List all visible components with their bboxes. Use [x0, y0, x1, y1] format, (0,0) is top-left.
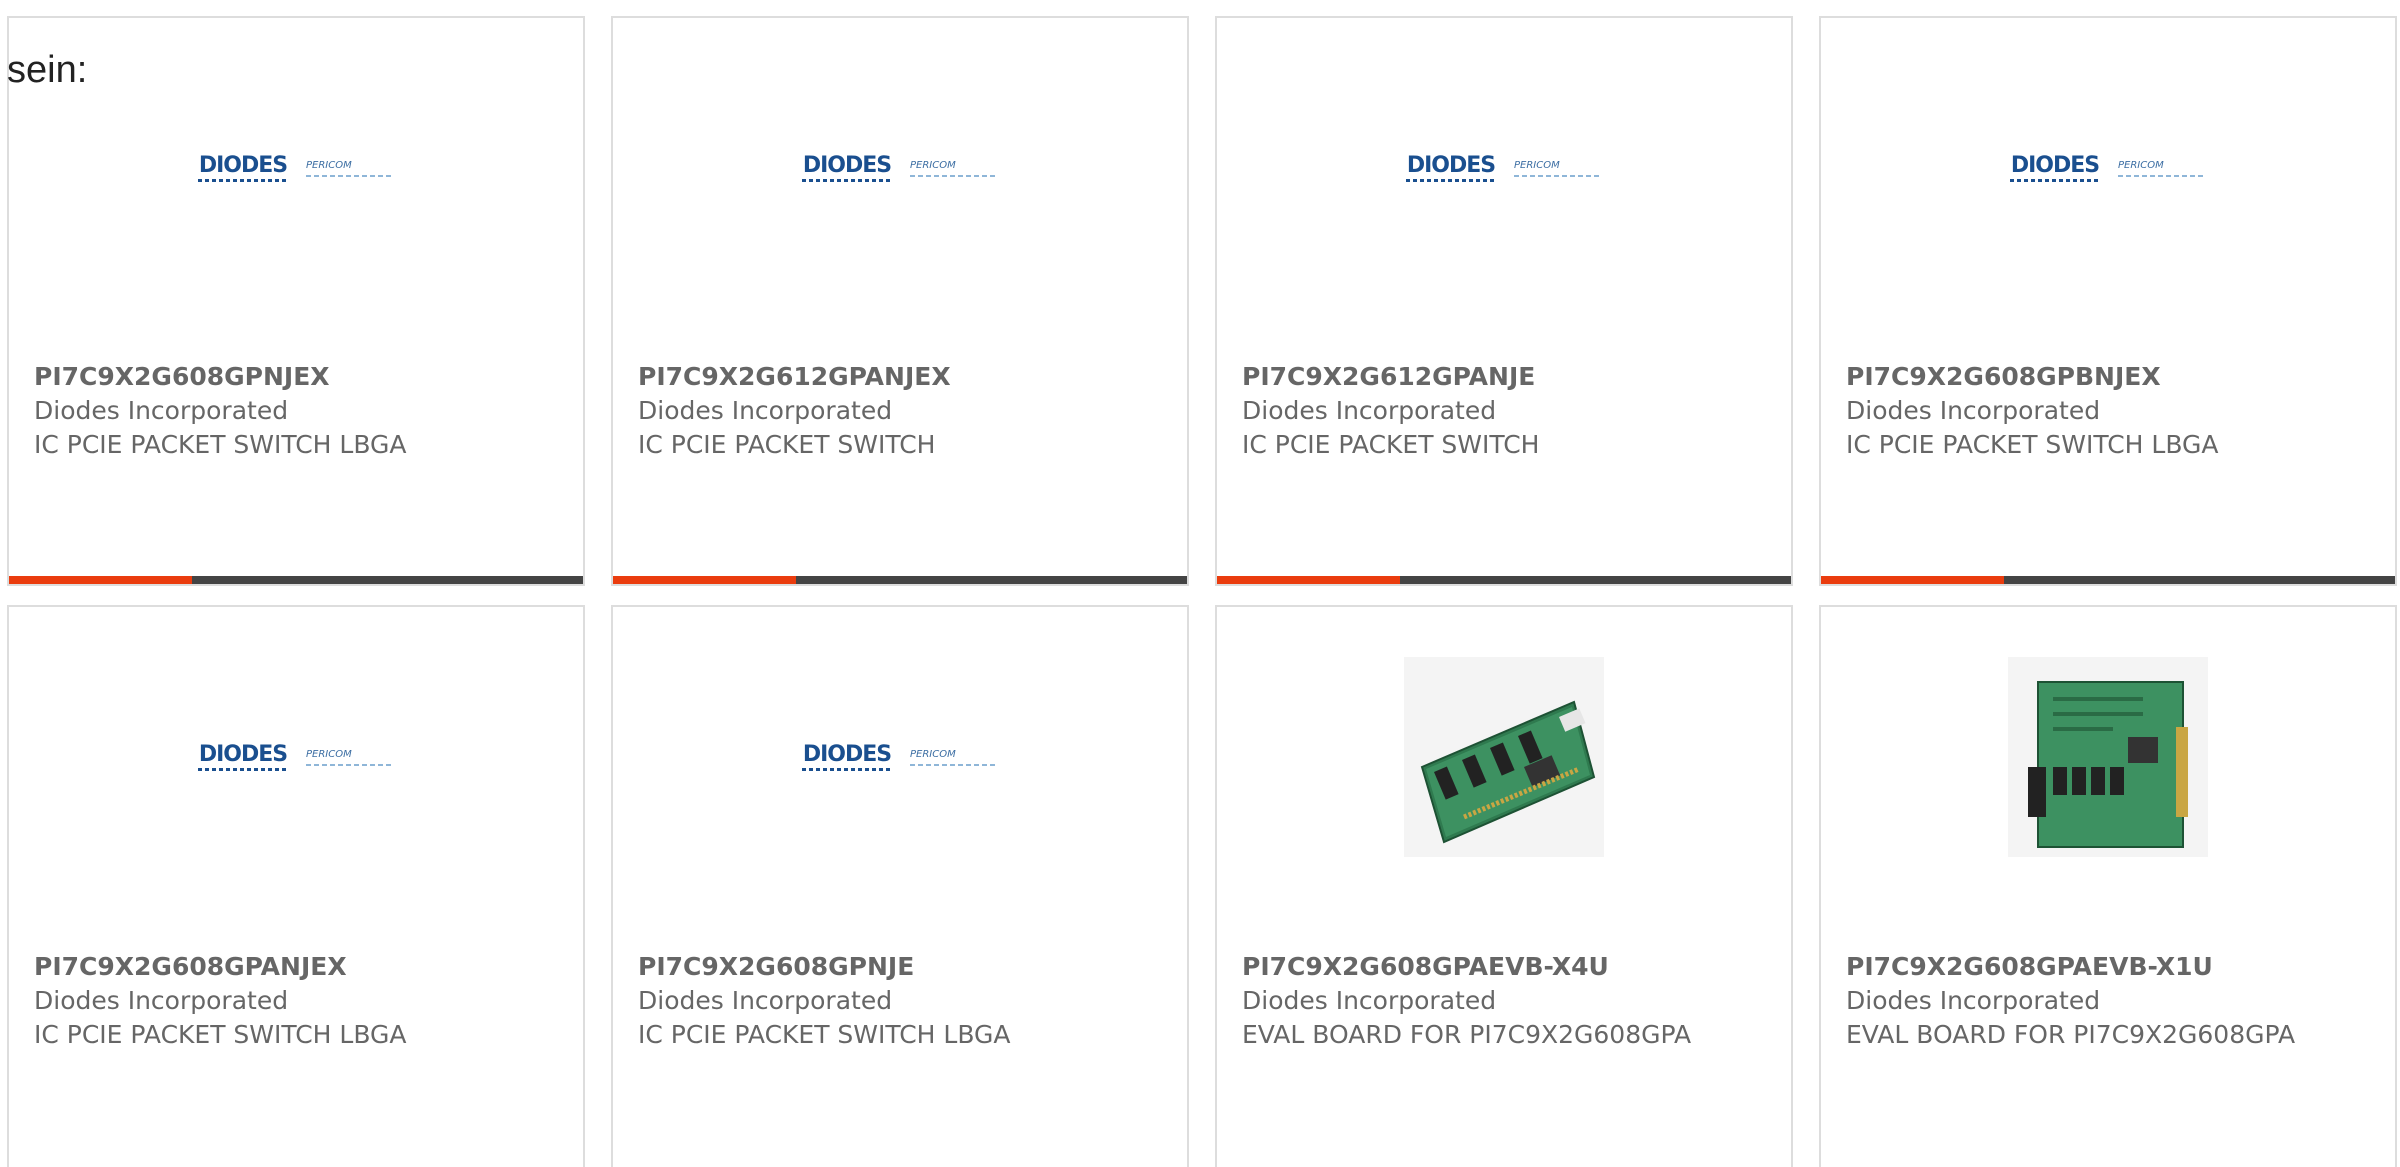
part-number-link[interactable]: PI7C9X2G608GPNJE — [638, 950, 1167, 984]
product-image[interactable]: DIODES PERICOM — [9, 657, 583, 857]
pericom-logo-text: PERICOM — [910, 748, 956, 760]
description: EVAL BOARD FOR PI7C9X2G608GPA — [1846, 1020, 2296, 1049]
part-number-link[interactable]: PI7C9X2G608GPANJEX — [34, 950, 563, 984]
description: IC PCIE PACKET SWITCH LBGA — [34, 1020, 407, 1049]
product-card[interactable]: DIODES PERICOM PI7C9X2G612GPANJEX Diodes… — [611, 16, 1189, 586]
description: IC PCIE PACKET SWITCH LBGA — [1846, 430, 2219, 459]
accent-bar — [1217, 576, 1400, 584]
product-info: PI7C9X2G608GPAEVB-X1U Diodes Incorporate… — [1846, 950, 2375, 1052]
diodes-logo-text: DIODES — [1406, 152, 1496, 178]
eval-board-photo — [2008, 657, 2208, 857]
manufacturer: Diodes Incorporated — [1846, 396, 2101, 425]
product-info: PI7C9X2G608GPAEVB-X4U Diodes Incorporate… — [1242, 950, 1771, 1052]
product-image[interactable] — [1217, 657, 1791, 857]
part-number-link[interactable]: PI7C9X2G608GPAEVB-X4U — [1242, 950, 1771, 984]
diodes-pericom-logo: DIODES PERICOM — [198, 152, 394, 182]
diodes-logo-text: DIODES — [802, 152, 892, 178]
product-image[interactable]: DIODES PERICOM — [613, 657, 1187, 857]
manufacturer: Diodes Incorporated — [1242, 986, 1497, 1015]
part-number-link[interactable]: PI7C9X2G612GPANJE — [1242, 360, 1771, 394]
product-card[interactable]: DIODES PERICOM PI7C9X2G608GPNJEX Diodes … — [7, 16, 585, 586]
intro-text: sein: — [7, 49, 88, 91]
product-info: PI7C9X2G608GPNJEX Diodes Incorporated IC… — [34, 360, 563, 462]
product-card[interactable]: DIODES PERICOM PI7C9X2G608GPBNJEX Diodes… — [1819, 16, 2397, 586]
pericom-logo-text: PERICOM — [306, 159, 352, 171]
part-number-link[interactable]: PI7C9X2G608GPBNJEX — [1846, 360, 2375, 394]
product-image[interactable]: DIODES PERICOM — [613, 68, 1187, 268]
diodes-logo-text: DIODES — [802, 741, 892, 767]
accent-bar — [613, 576, 796, 584]
diodes-pericom-logo: DIODES PERICOM — [802, 741, 998, 771]
part-number-link[interactable]: PI7C9X2G608GPNJEX — [34, 360, 563, 394]
accent-bar — [9, 576, 192, 584]
product-image[interactable]: DIODES PERICOM — [1217, 68, 1791, 268]
diodes-pericom-logo: DIODES PERICOM — [198, 741, 394, 771]
product-info: PI7C9X2G608GPANJEX Diodes Incorporated I… — [34, 950, 563, 1052]
pericom-logo-text: PERICOM — [2118, 159, 2164, 171]
product-card[interactable]: PI7C9X2G608GPAEVB-X1U Diodes Incorporate… — [1819, 605, 2397, 1167]
diodes-logo-text: DIODES — [198, 741, 288, 767]
description: IC PCIE PACKET SWITCH — [638, 430, 936, 459]
manufacturer: Diodes Incorporated — [638, 396, 893, 425]
accent-bar — [1821, 576, 2004, 584]
manufacturer: Diodes Incorporated — [1242, 396, 1497, 425]
manufacturer: Diodes Incorporated — [1846, 986, 2101, 1015]
product-card[interactable]: DIODES PERICOM PI7C9X2G612GPANJE Diodes … — [1215, 16, 1793, 586]
diodes-pericom-logo: DIODES PERICOM — [2010, 152, 2206, 182]
product-image[interactable]: DIODES PERICOM — [9, 68, 583, 268]
manufacturer: Diodes Incorporated — [34, 986, 289, 1015]
product-card[interactable]: DIODES PERICOM PI7C9X2G608GPNJE Diodes I… — [611, 605, 1189, 1167]
card-bottom-bar — [9, 576, 583, 584]
product-card[interactable]: PI7C9X2G608GPAEVB-X4U Diodes Incorporate… — [1215, 605, 1793, 1167]
part-number-link[interactable]: PI7C9X2G612GPANJEX — [638, 360, 1167, 394]
product-info: PI7C9X2G608GPBNJEX Diodes Incorporated I… — [1846, 360, 2375, 462]
product-card[interactable]: DIODES PERICOM PI7C9X2G608GPANJEX Diodes… — [7, 605, 585, 1167]
card-bottom-bar — [613, 576, 1187, 584]
pericom-logo-text: PERICOM — [910, 159, 956, 171]
card-bottom-bar — [1821, 576, 2395, 584]
product-image[interactable] — [1821, 657, 2395, 857]
diodes-logo-text: DIODES — [198, 152, 288, 178]
description: IC PCIE PACKET SWITCH LBGA — [34, 430, 407, 459]
product-info: PI7C9X2G612GPANJEX Diodes Incorporated I… — [638, 360, 1167, 462]
description: EVAL BOARD FOR PI7C9X2G608GPA — [1242, 1020, 1692, 1049]
description: IC PCIE PACKET SWITCH LBGA — [638, 1020, 1011, 1049]
manufacturer: Diodes Incorporated — [34, 396, 289, 425]
pericom-logo-text: PERICOM — [306, 748, 352, 760]
part-number-link[interactable]: PI7C9X2G608GPAEVB-X1U — [1846, 950, 2375, 984]
eval-board-photo — [1404, 657, 1604, 857]
description: IC PCIE PACKET SWITCH — [1242, 430, 1540, 459]
diodes-pericom-logo: DIODES PERICOM — [802, 152, 998, 182]
card-bottom-bar — [1217, 576, 1791, 584]
diodes-pericom-logo: DIODES PERICOM — [1406, 152, 1602, 182]
product-grid-page: DIODES PERICOM PI7C9X2G608GPNJEX Diodes … — [0, 0, 2400, 1167]
product-info: PI7C9X2G612GPANJE Diodes Incorporated IC… — [1242, 360, 1771, 462]
product-image[interactable]: DIODES PERICOM — [1821, 68, 2395, 268]
pericom-logo-text: PERICOM — [1514, 159, 1560, 171]
diodes-logo-text: DIODES — [2010, 152, 2100, 178]
product-info: PI7C9X2G608GPNJE Diodes Incorporated IC … — [638, 950, 1167, 1052]
manufacturer: Diodes Incorporated — [638, 986, 893, 1015]
